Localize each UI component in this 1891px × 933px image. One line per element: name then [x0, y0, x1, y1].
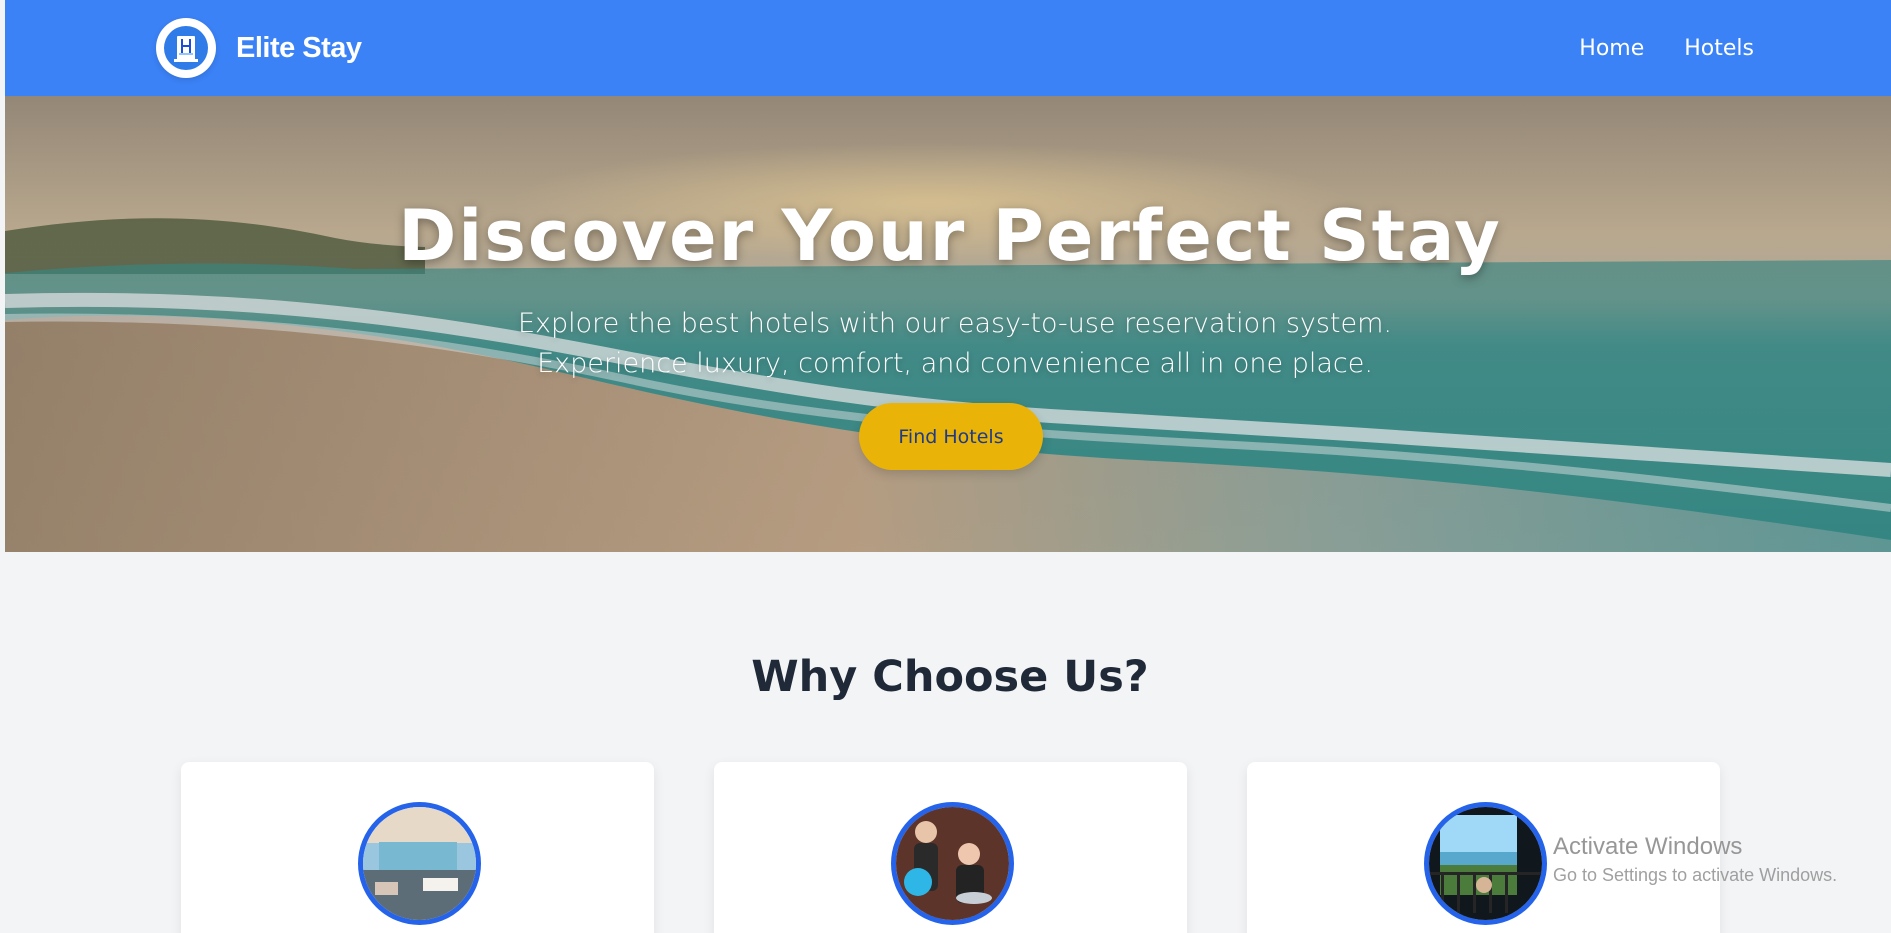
feature-card — [714, 762, 1187, 933]
main-navigation: Home Hotels — [1579, 0, 1754, 96]
hotel-staff-image — [891, 802, 1014, 925]
hotel-room-image — [358, 802, 481, 925]
hero-title: Discover Your Perfect Stay — [398, 195, 1502, 277]
hero-subtitle: Explore the best hotels with our easy-to… — [517, 308, 1393, 379]
brand-link[interactable]: Elite Stay — [156, 18, 362, 78]
top-navbar: Elite Stay Home Hotels — [5, 0, 1891, 96]
section-title: Why Choose Us? — [751, 652, 1149, 702]
balcony-view-image — [1424, 802, 1547, 925]
brand-name: Elite Stay — [236, 31, 362, 64]
why-choose-us-section: Why Choose Us? — [5, 552, 1891, 933]
hero-section: Discover Your Perfect Stay Explore the b… — [5, 96, 1891, 552]
nav-hotels-link[interactable]: Hotels — [1684, 36, 1754, 61]
feature-card — [181, 762, 654, 933]
hotel-logo-icon — [156, 18, 216, 78]
find-hotels-button[interactable]: Find Hotels — [859, 403, 1043, 470]
feature-card — [1247, 762, 1720, 933]
page: Elite Stay Home Hotels Discover Your Per… — [0, 0, 1891, 933]
nav-home-link[interactable]: Home — [1579, 36, 1644, 61]
